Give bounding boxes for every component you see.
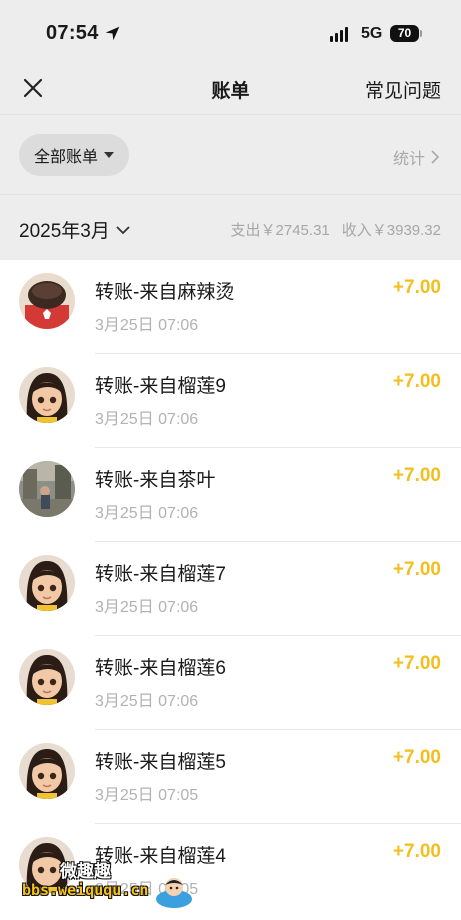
bill-filter-label: 全部账单 [34,149,99,166]
stats-label: 统计 [392,151,425,168]
transaction-date: 3月25日 07:06 [95,411,199,428]
income-total: 收入￥3939.32 [341,222,441,239]
transaction-title: 转账-来自榴莲5 [95,752,226,773]
avatar [19,367,75,423]
transaction-amount: +7.00 [392,747,441,768]
transaction-title: 转账-来自茶叶 [95,470,216,491]
month-summary: 支出￥2745.31 收入￥3939.32 [231,219,441,240]
expense-total: 支出￥2745.31 [230,222,330,239]
avatar [19,461,75,517]
transaction-title: 转账-来自榴莲9 [95,376,226,397]
avatar [19,555,75,611]
avatar [19,743,75,799]
month-bar: 2025年3月 支出￥2745.31 收入￥3939.32 [0,194,461,260]
caret-down-icon [104,152,115,158]
transaction-date: 3月25日 07:05 [95,787,199,804]
status-time: 07:54 [46,22,99,44]
transaction-date: 3月25日 07:06 [95,505,199,522]
watermark-url: bbs.weiququ.cn [22,881,149,899]
transaction-amount: +7.00 [392,559,441,580]
transaction-amount: +7.00 [392,841,441,862]
street-photo-icon [19,461,75,517]
mascot-icon [156,878,192,908]
transaction-list: 转账-来自麻辣烫 3月25日 07:06 +7.00 转账-来自榴莲9 3月25… [0,260,461,918]
nav-bar: 账单 常见问题 [0,62,461,114]
transaction-row[interactable]: 转账-来自榴莲7 3月25日 07:06 +7.00 [0,542,461,636]
chevron-right-icon [431,150,440,164]
chevron-down-icon [116,225,130,234]
status-bar: 07:54 5G 70 [0,0,461,62]
month-label: 2025年3月 [19,221,110,242]
transaction-title: 转账-来自榴莲6 [95,658,226,679]
cartoon-girl-icon [19,367,75,423]
signal-icon [330,27,348,42]
transaction-row[interactable]: 转账-来自茶叶 3月25日 07:06 +7.00 [0,448,461,542]
bill-filter-dropdown[interactable]: 全部账单 [19,134,130,176]
month-selector[interactable]: 2025年3月 [19,216,130,243]
transaction-amount: +7.00 [392,371,441,392]
transaction-date: 3月25日 07:06 [95,693,199,710]
network-type: 5G [361,25,383,42]
transaction-row[interactable]: 转账-来自榴莲5 3月25日 07:05 +7.00 [0,730,461,824]
battery-level: 70 [390,25,419,42]
transaction-amount: +7.00 [392,277,441,298]
header-area: 07:54 5G 70 账单 常见问题 全部账单 统计 2025年3月 支出￥2… [0,0,461,260]
transaction-row[interactable]: 转账-来自榴莲9 3月25日 07:06 +7.00 [0,354,461,448]
location-arrow-icon [105,26,120,41]
drink-cup-icon [19,273,75,329]
battery-icon: 70 [390,25,422,42]
cartoon-girl-icon [19,555,75,611]
transaction-row[interactable]: 转账-来自麻辣烫 3月25日 07:06 +7.00 [0,260,461,354]
faq-link[interactable]: 常见问题 [365,76,441,103]
watermark: 微趣趣 bbs.weiququ.cn [22,855,202,915]
watermark-title: 微趣趣 [60,862,111,881]
transaction-date: 3月25日 07:06 [95,317,199,334]
transaction-title: 转账-来自榴莲7 [95,564,226,585]
transaction-amount: +7.00 [392,653,441,674]
cartoon-girl-icon [19,649,75,705]
cartoon-girl-icon [19,743,75,799]
avatar [19,649,75,705]
filter-bar: 全部账单 统计 [0,114,461,194]
transaction-title: 转账-来自麻辣烫 [95,282,235,303]
stats-link[interactable]: 统计 [393,145,441,169]
avatar [19,273,75,329]
transaction-row[interactable]: 转账-来自榴莲6 3月25日 07:06 +7.00 [0,636,461,730]
transaction-date: 3月25日 07:06 [95,599,199,616]
transaction-amount: +7.00 [392,465,441,486]
